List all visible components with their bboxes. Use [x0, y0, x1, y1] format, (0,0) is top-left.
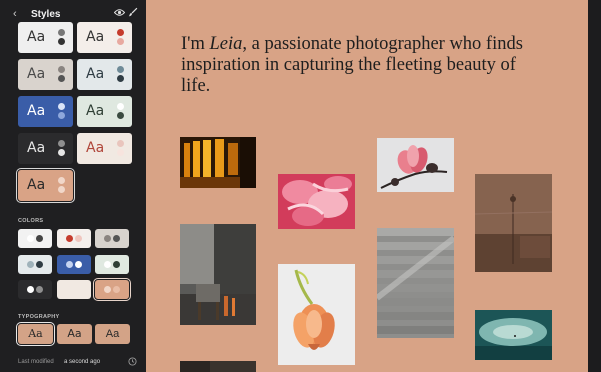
colors-heading: COLORS — [18, 218, 44, 224]
color-dot — [27, 286, 34, 293]
color-swatch-7[interactable] — [18, 280, 52, 299]
color-dot — [36, 286, 43, 293]
color-dot — [58, 177, 65, 184]
theme-preset-8[interactable]: Aa — [77, 133, 132, 164]
photo-teal-seascape[interactable] — [475, 310, 552, 360]
color-dot — [27, 261, 34, 268]
color-dot — [58, 140, 65, 147]
color-dot — [117, 75, 124, 82]
color-dot — [58, 103, 65, 110]
back-icon[interactable]: ‹ — [13, 8, 17, 20]
color-dot — [75, 261, 82, 268]
color-dot — [117, 66, 124, 73]
color-dot — [66, 261, 73, 268]
color-swatch-8[interactable] — [57, 280, 91, 299]
theme-preset-2[interactable]: Aa — [77, 22, 132, 53]
photo-brick-interior[interactable] — [475, 174, 552, 272]
color-dot — [117, 29, 124, 36]
theme-preset-6[interactable]: Aa — [77, 96, 132, 127]
color-dot — [58, 38, 65, 45]
typography-option-1[interactable]: Aa — [16, 322, 55, 346]
color-swatch-6[interactable] — [95, 255, 129, 274]
bio-name: Leia — [209, 34, 243, 54]
sidebar-title: Styles — [31, 9, 61, 20]
typography-option-2[interactable]: Aa — [57, 324, 92, 344]
bio-prefix: I'm — [181, 34, 210, 54]
theme-preset-label: Aa — [86, 140, 105, 156]
color-dot — [58, 112, 65, 119]
last-modified-value: a second ago — [64, 359, 101, 365]
theme-preset-3[interactable]: Aa — [18, 59, 73, 90]
color-swatch-2[interactable] — [57, 229, 91, 248]
color-swatch-5[interactable] — [57, 255, 91, 274]
photo-pink-petals[interactable] — [278, 174, 355, 229]
theme-preset-label: Aa — [27, 140, 46, 156]
color-dot — [36, 261, 43, 268]
color-dot — [104, 261, 111, 268]
theme-preset-label: Aa — [27, 103, 46, 119]
color-dot — [58, 66, 65, 73]
theme-preset-5[interactable]: Aa — [18, 96, 73, 127]
color-dot — [36, 235, 43, 242]
photo-magnolia-branch[interactable] — [377, 138, 454, 192]
typography-option-3[interactable]: Aa — [95, 324, 130, 344]
theme-preset-label: Aa — [27, 177, 46, 193]
color-dot — [75, 235, 82, 242]
bio-text: I'm Leia, a passionate photographer who … — [181, 34, 541, 97]
theme-preset-label: Aa — [27, 66, 46, 82]
color-dot — [117, 149, 124, 156]
history-icon[interactable] — [128, 357, 137, 366]
brush-icon[interactable] — [128, 7, 138, 17]
last-modified-label: Last modified — [18, 359, 54, 365]
photo-dark-strip[interactable] — [180, 361, 256, 372]
theme-preset-label: Aa — [86, 103, 105, 119]
color-dot — [58, 75, 65, 82]
color-dot — [104, 286, 111, 293]
color-dot — [113, 261, 120, 268]
theme-preset-4[interactable]: Aa — [77, 59, 132, 90]
theme-preset-label: Aa — [27, 29, 46, 45]
color-dot — [117, 38, 124, 45]
theme-preset-9[interactable]: Aa — [16, 168, 75, 203]
color-dot — [117, 140, 124, 147]
color-dot — [75, 286, 82, 293]
theme-preset-label: Aa — [86, 29, 105, 45]
color-dot — [113, 286, 120, 293]
color-dot — [58, 29, 65, 36]
color-dot — [58, 149, 65, 156]
photo-amber-corridor[interactable] — [180, 137, 256, 188]
eye-icon[interactable] — [114, 8, 125, 17]
color-dot — [58, 186, 65, 193]
photo-chair-window[interactable] — [180, 224, 256, 325]
color-dot — [104, 235, 111, 242]
color-swatch-3[interactable] — [95, 229, 129, 248]
theme-preset-7[interactable]: Aa — [18, 133, 73, 164]
color-swatch-9[interactable] — [93, 278, 131, 301]
color-dot — [117, 112, 124, 119]
styles-sidebar: ‹ Styles Aa Aa Aa Aa Aa Aa Aa Aa Aa COLORS TYPOG… — [0, 0, 146, 372]
color-dot — [113, 235, 120, 242]
right-edge — [588, 0, 601, 372]
color-dot — [66, 286, 73, 293]
photo-concrete-steps[interactable] — [377, 228, 454, 338]
photo-tulip[interactable] — [278, 264, 355, 365]
typography-heading: TYPOGRAPHY — [18, 314, 60, 320]
color-swatch-1[interactable] — [18, 229, 52, 248]
color-swatch-4[interactable] — [18, 255, 52, 274]
color-dot — [66, 235, 73, 242]
color-dot — [27, 235, 34, 242]
portfolio-canvas: I'm Leia, a passionate photographer who … — [146, 0, 588, 372]
theme-preset-1[interactable]: Aa — [18, 22, 73, 53]
theme-preset-label: Aa — [86, 66, 105, 82]
color-dot — [117, 103, 124, 110]
